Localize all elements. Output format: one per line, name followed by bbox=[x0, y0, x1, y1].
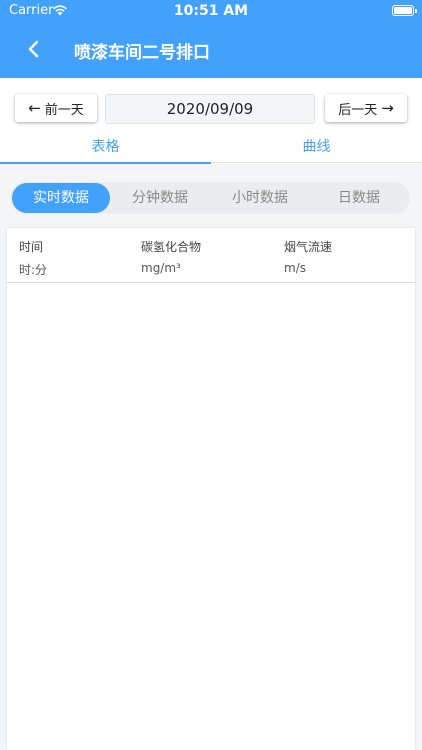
column-name: 碳氢化合物 bbox=[141, 240, 202, 254]
column-header-flow-velocity: 烟气流速 m/s bbox=[284, 238, 332, 275]
column-header-hydrocarbon: 碳氢化合物 mg/m³ bbox=[141, 238, 201, 275]
data-table: 时间 时:分 碳氢化合物 mg/m³ 烟气流速 m/s bbox=[7, 228, 415, 750]
data-type-segment: 实时数据 分钟数据 小时数据 日数据 bbox=[10, 182, 410, 214]
next-day-label: 后一天 bbox=[338, 102, 378, 118]
page-title: 喷漆车间二号排口 bbox=[74, 43, 210, 63]
segment-realtime[interactable]: 实时数据 bbox=[12, 183, 110, 213]
tab-chart[interactable]: 曲线 bbox=[211, 136, 422, 156]
back-icon[interactable] bbox=[22, 36, 48, 62]
prev-day-button[interactable]: ← 前一天 bbox=[15, 94, 97, 122]
column-name: 时间 bbox=[19, 240, 44, 254]
segment-minute[interactable]: 分钟数据 bbox=[111, 182, 209, 214]
column-unit: mg/m³ bbox=[141, 261, 181, 275]
segment-day[interactable]: 日数据 bbox=[310, 182, 408, 214]
view-tabs: 表格 曲线 bbox=[0, 130, 422, 164]
arrow-left-icon: ← bbox=[28, 98, 41, 117]
prev-day-label: 前一天 bbox=[44, 102, 84, 118]
column-unit: 时:分 bbox=[19, 263, 48, 277]
column-unit: m/s bbox=[284, 261, 306, 275]
tab-table[interactable]: 表格 bbox=[0, 136, 211, 156]
app-header: Carrier 10:51 AM 喷漆车间二号排口 bbox=[0, 0, 422, 78]
date-field[interactable]: 2020/09/09 bbox=[105, 94, 315, 124]
tab-divider bbox=[211, 162, 422, 163]
next-day-button[interactable]: 后一天 → bbox=[325, 94, 407, 122]
status-time: 10:51 AM bbox=[173, 3, 249, 19]
nav-bar: 喷漆车间二号排口 bbox=[0, 30, 422, 74]
date-navigation: ← 前一天 2020/09/09 后一天 → 表格 曲线 bbox=[0, 78, 422, 164]
arrow-right-icon: → bbox=[381, 98, 394, 117]
column-name: 烟气流速 bbox=[284, 240, 333, 254]
status-bar: Carrier 10:51 AM bbox=[0, 0, 422, 22]
table-header: 时间 时:分 碳氢化合物 mg/m³ 烟气流速 m/s bbox=[7, 228, 415, 283]
column-header-time: 时间 时:分 bbox=[19, 238, 47, 278]
battery-icon bbox=[392, 5, 417, 16]
segment-hour[interactable]: 小时数据 bbox=[211, 182, 309, 214]
active-tab-indicator bbox=[0, 162, 211, 164]
